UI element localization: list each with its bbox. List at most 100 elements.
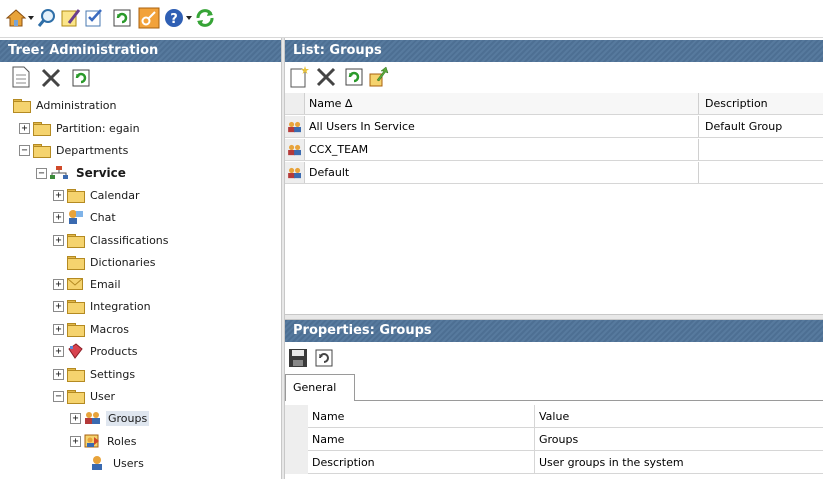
tree-item-label: Administration <box>36 98 117 112</box>
tree-item-label: Integration <box>90 299 151 313</box>
group-icon <box>285 116 305 137</box>
list-panel-title: List: Groups <box>285 40 823 62</box>
tree-item-departments[interactable]: − Departments <box>19 139 130 161</box>
tree-item-label: Classifications <box>90 233 169 247</box>
expand-toggle[interactable]: + <box>53 323 64 335</box>
checklist-icon[interactable] <box>84 7 106 29</box>
edit-note-icon[interactable] <box>60 7 82 29</box>
row-description <box>698 139 823 160</box>
expand-toggle[interactable]: + <box>53 368 64 380</box>
department-icon <box>50 166 68 180</box>
tree-item-label: Dictionaries <box>90 255 156 269</box>
save-icon[interactable] <box>287 347 309 369</box>
tree-item-products[interactable]: + Products <box>53 340 140 362</box>
tree-item-label: Email <box>90 277 121 291</box>
folder-icon <box>67 234 85 248</box>
chat-icon <box>67 209 83 225</box>
help-icon[interactable]: ? <box>163 7 185 29</box>
row-header-cell <box>285 428 308 451</box>
tree-item-macros[interactable]: + Macros <box>53 318 131 340</box>
tree-item-label: Roles <box>107 434 137 448</box>
expand-toggle[interactable]: + <box>53 278 64 290</box>
row-name: CCX_TEAM <box>309 143 369 156</box>
tree-item-label: Service <box>76 166 126 180</box>
delete-icon[interactable] <box>315 66 337 88</box>
tab-general[interactable]: General <box>285 374 355 401</box>
tree-item-administration[interactable]: Administration <box>13 96 119 116</box>
expand-toggle[interactable]: + <box>53 211 64 223</box>
products-icon <box>67 343 83 359</box>
list-toolbar <box>285 62 823 92</box>
row-name: All Users In Service <box>309 120 415 133</box>
tree-item-label: Products <box>90 344 138 358</box>
tree-item-email[interactable]: + Email <box>53 273 123 295</box>
help-dropdown-caret-icon[interactable] <box>186 16 192 20</box>
collapse-toggle[interactable]: − <box>36 167 47 179</box>
tree-item-user[interactable]: − User <box>53 385 117 407</box>
row-header-cell <box>285 405 308 428</box>
delete-icon[interactable] <box>40 67 62 89</box>
group-icon <box>84 411 102 425</box>
properties-header-row: Name Value <box>285 405 823 428</box>
expand-toggle[interactable]: + <box>70 412 81 424</box>
table-row[interactable]: All Users In Service Default Group <box>285 116 823 138</box>
property-row[interactable]: Description User groups in the system <box>285 451 823 474</box>
tree-item-settings[interactable]: + Settings <box>53 363 137 385</box>
refresh-icon[interactable] <box>313 347 335 369</box>
new-document-icon[interactable] <box>10 66 32 88</box>
expand-toggle[interactable]: + <box>53 345 64 357</box>
expand-toggle[interactable]: + <box>53 300 64 312</box>
table-row[interactable]: Default <box>285 162 823 184</box>
folder-icon <box>67 390 85 404</box>
property-value[interactable]: User groups in the system <box>535 451 823 474</box>
folder-icon <box>67 189 85 203</box>
home-icon[interactable] <box>5 7 27 29</box>
tree-item-users[interactable]: Users <box>89 452 146 474</box>
tree-item-label: Partition: egain <box>56 121 140 135</box>
expand-toggle[interactable]: + <box>19 122 30 134</box>
expand-toggle[interactable]: + <box>53 189 64 201</box>
property-name: Description <box>308 451 535 474</box>
folder-icon <box>67 256 85 270</box>
export-icon[interactable] <box>368 66 390 88</box>
tree-item-chat[interactable]: + Chat <box>53 206 118 228</box>
column-header-description[interactable]: Description <box>698 93 823 114</box>
tree-item-partition[interactable]: + Partition: egain <box>19 117 142 139</box>
roles-icon <box>84 433 100 449</box>
tree-item-dictionaries[interactable]: Dictionaries <box>67 251 157 273</box>
sync-icon[interactable] <box>194 7 216 29</box>
tree-item-roles[interactable]: + Roles <box>70 430 138 452</box>
expand-toggle[interactable]: + <box>53 234 64 246</box>
column-header-name: Name <box>308 405 535 428</box>
tree-item-service[interactable]: − Service <box>36 162 128 184</box>
row-header-cell <box>285 93 305 114</box>
tree-item-classifications[interactable]: + Classifications <box>53 229 171 251</box>
tree-item-integration[interactable]: + Integration <box>53 295 153 317</box>
tree-item-calendar[interactable]: + Calendar <box>53 184 141 206</box>
folder-icon <box>33 144 51 158</box>
new-item-icon[interactable] <box>288 66 310 88</box>
tree-item-groups[interactable]: + Groups <box>70 407 150 429</box>
refresh-icon[interactable] <box>70 67 92 89</box>
tree-item-label: Chat <box>90 210 116 224</box>
home-dropdown-caret-icon[interactable] <box>28 16 34 20</box>
folder-icon <box>67 300 85 314</box>
expand-toggle[interactable]: + <box>70 435 81 447</box>
property-row[interactable]: Name Groups <box>285 428 823 451</box>
collapse-toggle[interactable]: − <box>19 144 30 156</box>
refresh-icon[interactable] <box>111 7 133 29</box>
tab-underline <box>355 400 823 401</box>
search-icon[interactable] <box>36 7 58 29</box>
table-row[interactable]: CCX_TEAM <box>285 139 823 161</box>
tree-panel-title: Tree: Administration <box>0 40 281 62</box>
collapse-toggle[interactable]: − <box>53 390 64 402</box>
property-value[interactable]: Groups <box>535 428 823 451</box>
refresh-icon[interactable] <box>343 66 365 88</box>
tree-item-label: Settings <box>90 367 136 381</box>
row-name: Default <box>309 166 350 179</box>
user-icon <box>89 455 105 471</box>
tree-item-label: Groups <box>106 410 150 426</box>
column-header-name[interactable]: Name ∆ <box>309 93 352 114</box>
tree-item-label: User <box>90 389 116 403</box>
key-icon[interactable] <box>138 7 160 29</box>
